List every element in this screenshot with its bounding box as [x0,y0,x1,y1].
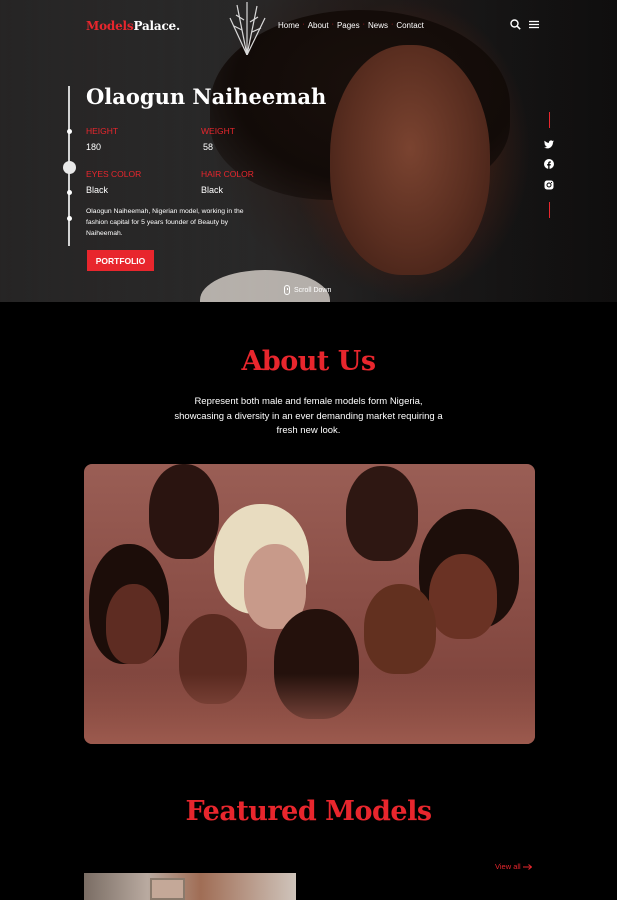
nav-home[interactable]: Home [278,21,299,30]
nav-separator: · [331,21,334,28]
weight-value: 58 [203,142,214,152]
instagram-icon [544,180,554,190]
nav-about[interactable]: About [308,21,329,30]
view-all-link[interactable]: View all [495,862,532,871]
mouse-icon [284,285,290,295]
nav-separator: · [362,21,365,28]
logo-part-palace: Palace. [133,19,180,33]
nav-news[interactable]: News [368,21,388,30]
featured-model-card[interactable] [84,873,296,900]
social-divider [549,112,550,128]
arrow-right-icon [522,863,532,870]
about-title: About Us [241,346,376,377]
weight-label: WEIGHT [201,126,235,136]
slider-dot-active[interactable] [62,161,76,174]
tiara-decoration [229,2,266,55]
nav-separator: · [302,21,305,28]
facebook-icon [544,159,554,169]
featured-model-photo-detail [150,878,185,900]
nav-contact[interactable]: Contact [396,21,424,30]
about-group-photo [84,464,535,744]
social-divider [549,202,550,218]
photo-person [346,466,418,561]
photo-person [429,554,497,639]
photo-person [149,464,219,559]
photo-person [364,584,436,674]
eyes-color-label: EYES COLOR [86,169,142,179]
featured-title: Featured Models [185,796,432,827]
view-all-label: View all [495,862,521,871]
search-icon[interactable] [510,19,521,30]
instagram-link[interactable] [542,178,556,192]
facebook-link[interactable] [542,157,556,171]
twitter-icon [544,139,554,148]
site-logo[interactable]: ModelsPalace. [86,19,180,33]
scroll-down[interactable]: Scroll Down [284,285,331,295]
menu-icon[interactable] [529,19,539,30]
portfolio-button[interactable]: PORTFOLIO [87,250,154,271]
hair-color-value: Black [201,185,224,195]
twitter-link[interactable] [542,137,556,151]
photo-person [106,584,161,664]
nav-separator: · [390,21,394,28]
height-value: 180 [86,142,102,152]
height-label: HEIGHT [86,126,119,136]
model-name: Olaogun Naiheemah [86,84,327,109]
eyes-color-value: Black [86,185,109,195]
photo-shoulders [84,674,535,744]
header-actions [510,19,539,30]
model-bio: Olaogun Naiheemah, Nigerian model, worki… [86,208,244,237]
hair-color-label: HAIR COLOR [201,169,254,179]
hero-photo-face [330,45,490,275]
nav-pages[interactable]: Pages [337,21,360,30]
scroll-down-label: Scroll Down [294,286,332,294]
slider-dot[interactable] [66,190,72,195]
main-nav: Home · About · Pages · News · Contact [278,21,424,30]
slider-dot[interactable] [66,129,72,134]
slider-dot[interactable] [66,216,72,221]
logo-part-models: Models [86,19,134,33]
about-description: Represent both male and female models fo… [174,396,443,436]
